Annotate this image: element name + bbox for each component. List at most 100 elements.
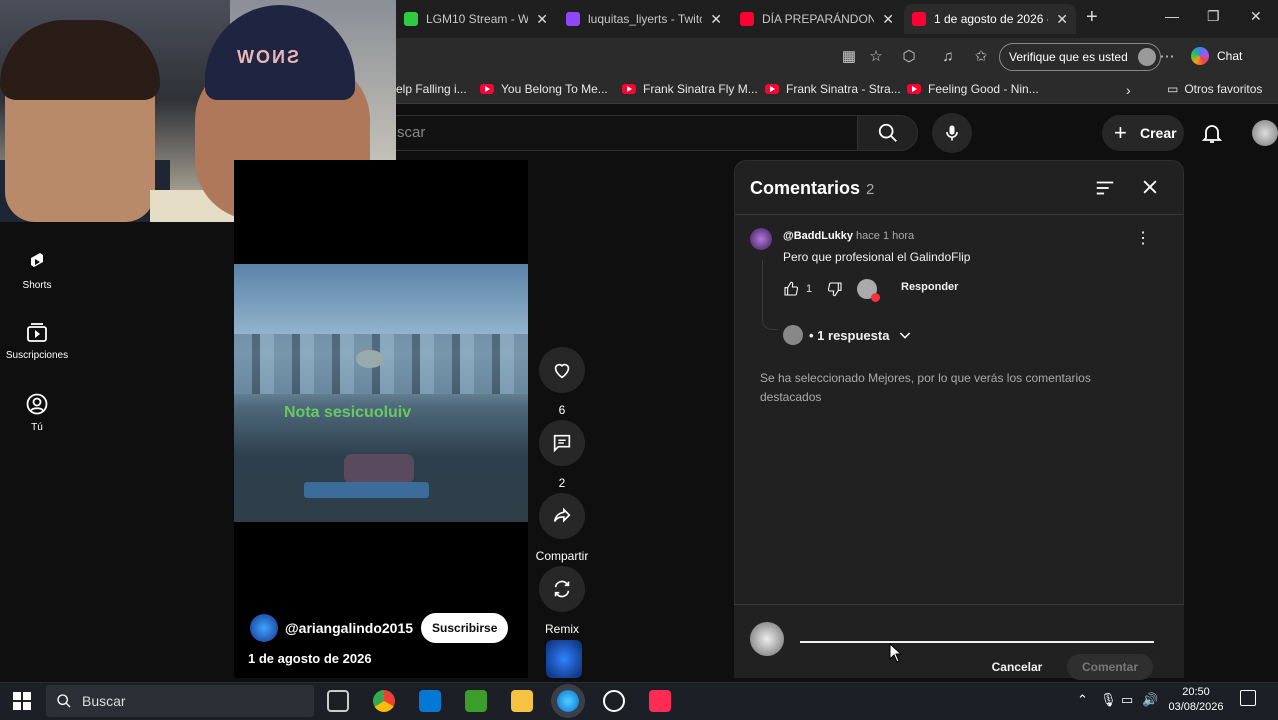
tab-close-icon[interactable]: ✕ [1056,11,1068,28]
create-button[interactable]: + Crear [1102,115,1184,151]
search-icon [57,694,71,708]
thumbs-down-icon[interactable] [827,281,843,297]
comment-username[interactable]: @BaddLukky [783,230,853,242]
chrome-icon[interactable] [373,690,395,712]
favorite-star-icon[interactable]: ☆ [866,47,886,67]
sound-thumbnail[interactable] [546,640,582,678]
windows-start-icon[interactable] [13,692,31,710]
tab-close-icon[interactable]: ✕ [710,11,722,28]
youtube-icon [765,84,779,94]
sort-icon[interactable] [1094,177,1116,199]
comment-more-icon[interactable]: ⋮ [1135,228,1151,248]
favorite-label: You Belong To Me... [501,82,608,96]
cancel-button[interactable]: Cancelar [978,654,1056,680]
remix-button[interactable] [539,566,585,612]
favorite-item[interactable]: You Belong To Me... [480,82,608,96]
like-button[interactable] [539,347,585,393]
microphone-icon [946,125,958,141]
clock-date: 03/08/2026 [1168,701,1224,713]
comment-submit-button[interactable]: Comentar [1067,654,1153,680]
comments-action: 2 [539,420,585,490]
copilot-chat-button[interactable]: Chat [1191,47,1242,65]
remix-label: Remix [544,622,579,636]
window-close-icon[interactable]: ✕ [1250,8,1262,25]
share-button[interactable] [539,493,585,539]
network-icon[interactable]: ▭ [1121,692,1133,708]
comment-author[interactable]: @BaddLukky hace 1 hora [783,230,914,242]
thumbs-up-icon[interactable] [783,281,799,297]
search-input[interactable]: scar [380,115,858,151]
other-favorites[interactable]: ▭ Otros favoritos [1167,82,1262,96]
search-icon [878,123,897,142]
taskbar-clock[interactable]: 20:50 03/08/2026 [1163,685,1229,715]
favorite-label: Feeling Good - Nin... [928,82,1039,96]
channel-info: @ariangalindo2015 Suscribirse [250,613,509,643]
comments-title: Comentarios [750,178,861,198]
heart-icon [554,363,570,379]
read-aloud-icon[interactable]: ♫ [938,47,958,67]
channel-name[interactable]: @ariangalindo2015 [285,620,413,636]
tiktok-icon[interactable] [649,690,671,712]
tab-twitch[interactable]: luquitas_liyerts - Twitch ✕ [558,4,730,34]
favorites-icon[interactable]: ✩ [971,47,991,67]
account-avatar[interactable] [1252,120,1278,146]
more-menu-icon[interactable]: ⋯ [1157,47,1177,67]
verify-profile-button[interactable]: Verifique que es usted [999,43,1161,71]
tab-current[interactable]: 1 de agosto de 2026 - Y ✕ [904,4,1076,34]
edge-icon[interactable] [557,690,579,712]
sidebar-item-you[interactable]: Tú [0,392,74,433]
tab-close-icon[interactable]: ✕ [536,11,548,28]
clock-time: 20:50 [1182,686,1210,698]
comment-input[interactable] [800,619,1154,643]
app-available-icon[interactable]: ▦ [839,47,859,67]
like-count: 6 [558,403,566,417]
channel-avatar[interactable] [250,614,278,642]
new-tab-button[interactable]: + [1086,6,1098,29]
obs-icon[interactable] [603,690,625,712]
tray-chevron-up-icon[interactable]: ⌃ [1077,692,1088,708]
comments-button[interactable] [539,420,585,466]
reply-button[interactable]: Responder [901,281,958,293]
close-icon[interactable] [1140,177,1160,197]
video-title: 1 de agosto de 2026 [248,651,372,666]
other-favorites-label: Otros favoritos [1184,82,1263,96]
shorts-video-player[interactable]: Nota sesicuoluiv [234,160,528,678]
commenter-avatar[interactable] [750,228,772,250]
sidebar-item-subscriptions[interactable]: Suscripciones [0,320,74,361]
reply-avatar [783,325,803,345]
comments-header: Comentarios 2 [750,178,874,199]
extensions-icon[interactable]: ⬡ [899,47,919,67]
voice-search-button[interactable] [932,113,972,153]
notifications-bell-icon[interactable] [1200,121,1224,145]
view-replies-button[interactable]: • 1 respuesta [783,325,913,345]
minimize-icon[interactable]: — [1165,8,1179,24]
microphone-tray-icon[interactable]: 🎙 [1100,692,1117,708]
sort-note: Se ha seleccionado Mejores, por lo que v… [760,371,1091,404]
tab-close-icon[interactable]: ✕ [882,11,894,28]
you-icon [26,393,48,415]
comment-count: 2 [558,476,566,490]
volume-icon[interactable]: 🔊 [1142,692,1158,708]
notifications-center-icon[interactable] [1240,690,1256,706]
minecraft-icon[interactable] [465,690,487,712]
tab-lgm10[interactable]: LGM10 Stream - Watch ✕ [396,4,556,34]
favorite-item[interactable]: elp Falling i... [396,82,467,96]
restore-icon[interactable]: ❐ [1207,8,1220,25]
chevron-down-icon [900,332,911,339]
sidebar-item-shorts[interactable]: Shorts [0,250,74,291]
tab-dia[interactable]: DÍA PREPARÁNDONOS ✕ [732,4,902,34]
favorite-item[interactable]: Feeling Good - Nin... [907,82,1039,96]
file-explorer-icon[interactable] [511,690,533,712]
favorite-item[interactable]: Frank Sinatra - Stra... [765,82,901,96]
favorites-chevron-right-icon[interactable]: › [1126,82,1131,98]
search-button[interactable] [857,115,918,151]
task-view-icon[interactable] [327,690,349,712]
youtube-icon [622,84,636,94]
favorite-item[interactable]: Frank Sinatra Fly M... [622,82,758,96]
taskbar-search[interactable]: Buscar [46,685,314,717]
subscribe-button[interactable]: Suscribirse [421,613,509,643]
favorite-label: Frank Sinatra Fly M... [643,82,758,96]
store-icon[interactable] [419,690,441,712]
favorite-label: Frank Sinatra - Stra... [786,82,901,96]
tab-label: DÍA PREPARÁNDONOS [762,12,875,26]
